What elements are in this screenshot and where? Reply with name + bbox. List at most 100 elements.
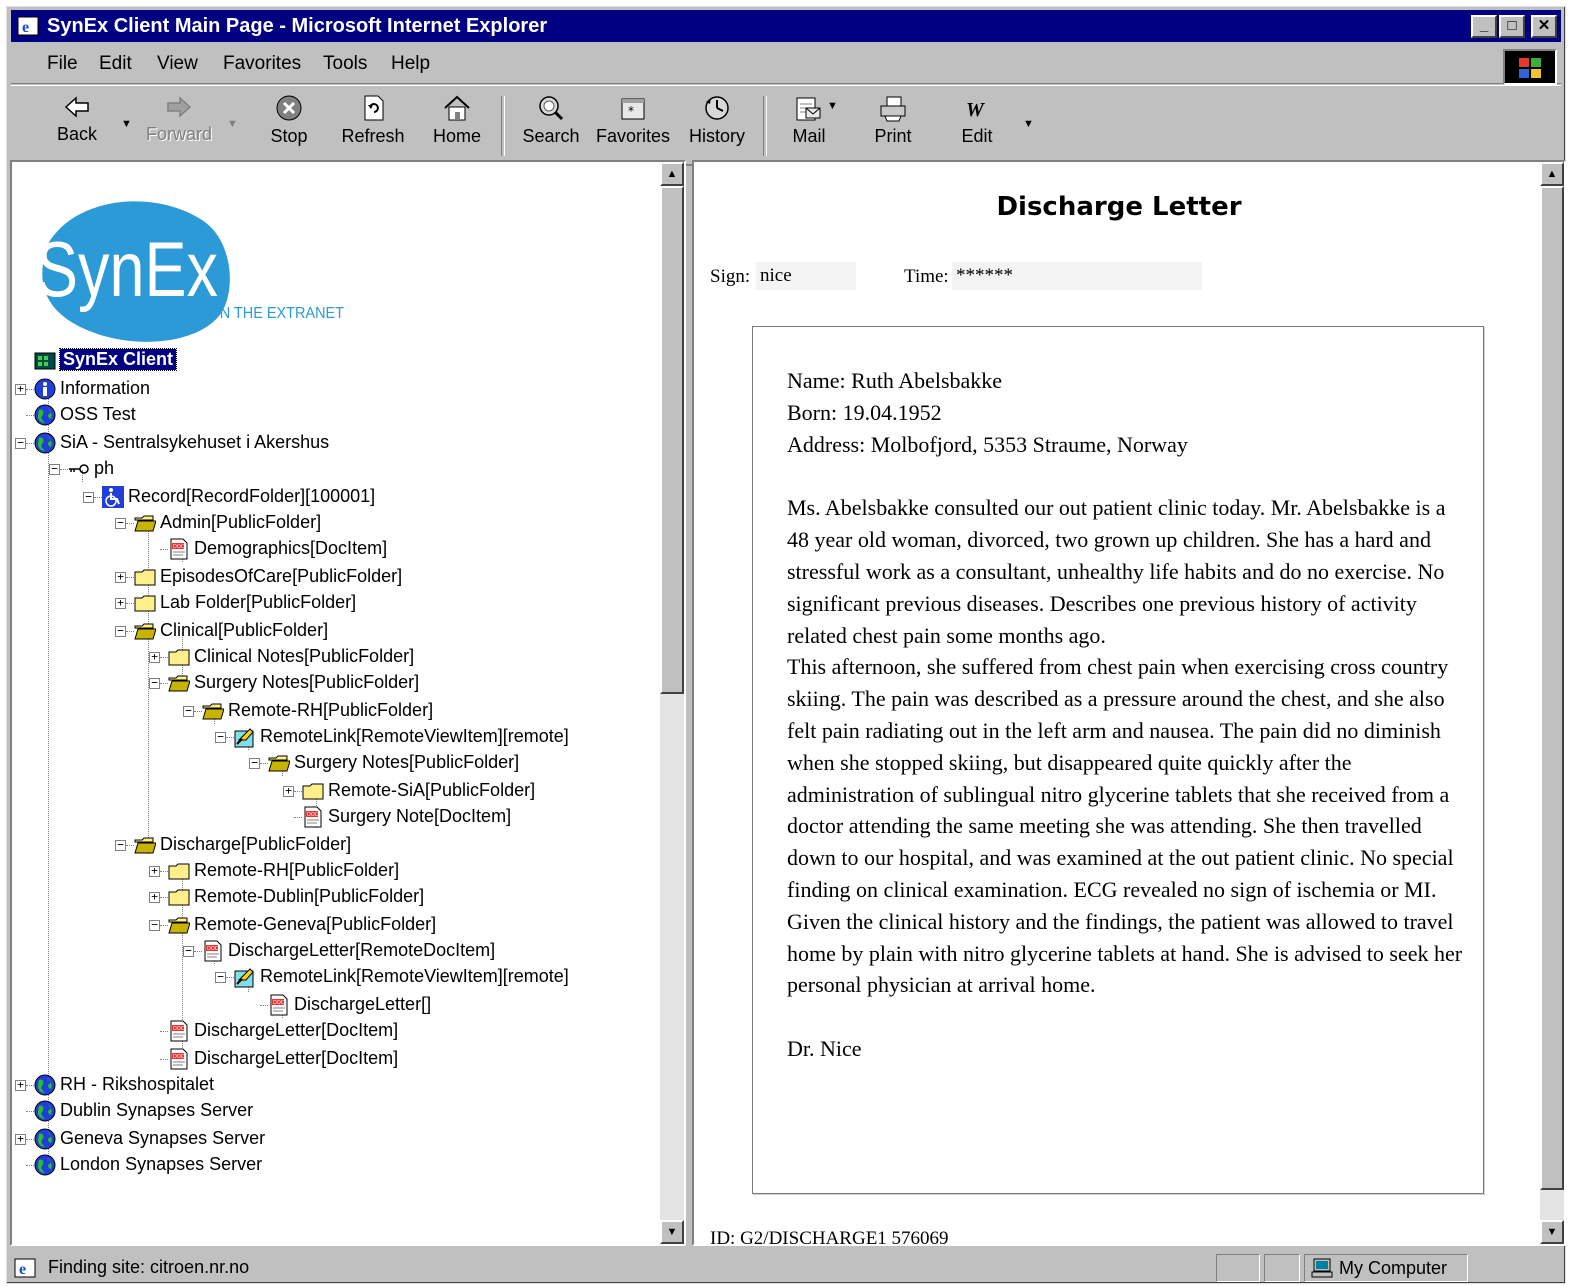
collapse-icon[interactable]: −	[115, 625, 126, 637]
maximize-icon: □	[1507, 17, 1517, 34]
status-pane	[1216, 1254, 1260, 1282]
letter-paragraph: Ms. Abelsbakke consulted our out patient…	[787, 495, 1446, 648]
collapse-icon[interactable]: −	[49, 463, 60, 475]
scroll-down-icon[interactable]: ▼	[660, 1220, 684, 1244]
time-field[interactable]	[952, 262, 1202, 290]
content-frame: Discharge Letter Sign: Time: Name: Ruth …	[692, 160, 1566, 1246]
expand-icon[interactable]: +	[149, 891, 160, 903]
tree-node-label: OSS Test	[60, 404, 136, 424]
expand-icon[interactable]: +	[283, 785, 294, 797]
scroll-thumb[interactable]	[660, 186, 684, 694]
home-button[interactable]: Home	[419, 94, 495, 158]
menu-view[interactable]: View	[157, 53, 198, 75]
favorites-button[interactable]: * Favorites	[595, 94, 671, 158]
tree-node-label: Remote-Dublin[PublicFolder]	[194, 886, 425, 906]
svg-text:DOC: DOC	[173, 1054, 185, 1060]
expand-icon[interactable]: +	[115, 571, 126, 583]
left-scrollbar[interactable]: ▲ ▼	[660, 162, 684, 1244]
menu-favorites[interactable]: Favorites	[223, 53, 301, 75]
mail-dropdown-icon[interactable]: ▼	[827, 100, 838, 112]
security-zone: My Computer	[1339, 1258, 1448, 1278]
expand-icon[interactable]: +	[115, 597, 126, 609]
back-button[interactable]: Back	[39, 94, 115, 158]
collapse-icon[interactable]: −	[249, 757, 260, 769]
collapse-icon[interactable]: −	[215, 731, 226, 743]
svg-text:DOC: DOC	[273, 1000, 285, 1006]
security-zone-pane: My Computer	[1304, 1254, 1468, 1282]
scroll-thumb[interactable]	[1540, 186, 1564, 1190]
collapse-icon[interactable]: −	[149, 677, 160, 689]
globe-icon	[34, 1100, 56, 1122]
print-button[interactable]: Print	[855, 94, 931, 158]
forward-dropdown-icon[interactable]: ▼	[227, 118, 238, 130]
status-pane	[1264, 1254, 1300, 1282]
title-bar[interactable]: e SynEx Client Main Page - Microsoft Int…	[11, 10, 1561, 42]
expand-icon[interactable]: +	[15, 383, 26, 395]
wheelchair-icon	[102, 486, 124, 508]
edit-dropdown-icon[interactable]: ▼	[1023, 118, 1034, 130]
history-button[interactable]: History	[679, 94, 755, 158]
search-button[interactable]: Search	[513, 94, 589, 158]
expand-icon[interactable]: +	[149, 865, 160, 877]
tree-node-label: ph	[94, 458, 115, 478]
letter-body: Name: Ruth Abelsbakke Born: 19.04.1952 A…	[752, 326, 1484, 1194]
scroll-up-icon[interactable]: ▲	[660, 162, 684, 186]
open-folder-icon	[134, 623, 156, 640]
menu-file[interactable]: File	[47, 53, 78, 75]
patient-name: Name: Ruth Abelsbakke	[787, 368, 1003, 393]
patient-born: Born: 19.04.1952	[787, 399, 942, 425]
collapse-icon[interactable]: −	[183, 705, 194, 717]
refresh-label: Refresh	[341, 126, 405, 146]
menu-tools[interactable]: Tools	[323, 53, 367, 75]
collapse-icon[interactable]: −	[115, 517, 126, 529]
document-icon: DOC	[170, 1020, 188, 1042]
sign-field[interactable]	[756, 262, 856, 290]
mail-icon	[796, 97, 821, 121]
collapse-icon[interactable]: −	[215, 971, 226, 983]
forward-label: Forward	[145, 124, 212, 144]
mail-label: Mail	[792, 126, 826, 146]
home-label: Home	[432, 126, 481, 146]
sign-label: Sign:	[710, 266, 751, 287]
collapse-icon[interactable]: −	[115, 839, 126, 851]
open-folder-icon	[168, 917, 190, 934]
minimize-icon: _	[1479, 17, 1489, 34]
refresh-icon	[364, 95, 384, 121]
close-button[interactable]: ✕	[1531, 15, 1557, 38]
open-folder-icon	[134, 515, 156, 532]
collapse-icon[interactable]: −	[149, 919, 160, 931]
tree-node-label: RemoteLink[RemoteViewItem][remote]	[260, 966, 569, 986]
expand-icon[interactable]: +	[15, 1079, 26, 1091]
scroll-down-icon[interactable]: ▼	[1540, 1220, 1564, 1244]
menu-help[interactable]: Help	[391, 53, 430, 75]
forward-button[interactable]: Forward	[141, 94, 217, 158]
remote-link-icon	[234, 968, 254, 988]
expand-icon[interactable]: +	[149, 651, 160, 663]
stop-button[interactable]: Stop	[251, 94, 327, 158]
edit-icon: W	[966, 99, 985, 121]
svg-text:W: W	[966, 99, 985, 121]
letter-signature: Dr. Nice	[787, 1036, 862, 1062]
svg-text:DOC: DOC	[207, 946, 219, 952]
window-title: SynEx Client Main Page - Microsoft Inter…	[47, 15, 548, 37]
document-icon: DOC	[304, 806, 322, 828]
collapse-icon[interactable]: −	[15, 437, 26, 449]
tree-node-label: Clinical[PublicFolder]	[160, 620, 329, 640]
right-scrollbar[interactable]: ▲ ▼	[1540, 162, 1564, 1244]
maximize-button[interactable]: □	[1499, 15, 1525, 38]
letter-paragraph: This afternoon, she suffered from chest …	[787, 654, 1454, 902]
expand-icon[interactable]: +	[15, 1133, 26, 1145]
minimize-button[interactable]: _	[1471, 15, 1497, 38]
status-message: Finding site: citroen.nr.no	[48, 1257, 250, 1277]
edit-button[interactable]: W Edit	[939, 94, 1015, 158]
scroll-up-icon[interactable]: ▲	[1540, 162, 1564, 186]
svg-text:e: e	[22, 19, 29, 36]
back-dropdown-icon[interactable]: ▼	[121, 118, 132, 130]
navigation-frame: SynEx SYNERGY ON THE EXTRANET SynEx Clie…	[10, 160, 686, 1246]
globe-icon	[34, 1128, 56, 1150]
collapse-icon[interactable]: −	[183, 945, 194, 957]
collapse-icon[interactable]: −	[83, 491, 94, 503]
menu-edit[interactable]: Edit	[99, 53, 132, 75]
refresh-button[interactable]: Refresh	[335, 94, 411, 158]
tree-root-label: SynEx Client	[58, 348, 178, 371]
